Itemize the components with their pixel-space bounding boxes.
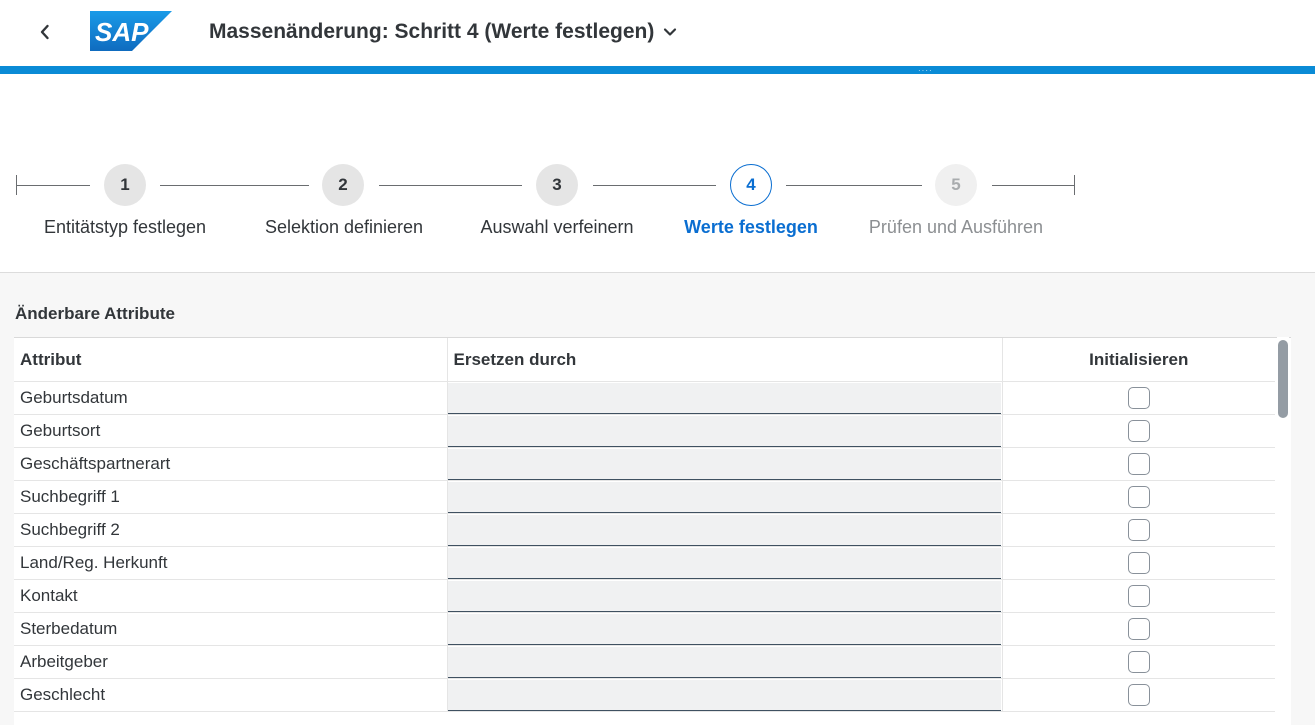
sap-logo: SAP [90, 11, 172, 51]
sap-logo-text: SAP [95, 17, 149, 47]
wizard-step-2[interactable]: 2 [322, 164, 364, 206]
initialize-checkbox[interactable] [1127, 453, 1150, 475]
wizard-step-2-label[interactable]: Selektion definieren [265, 217, 423, 238]
replace-value-cell [446, 513, 1003, 547]
page-title: Massenänderung: Schritt 4 (Werte festleg… [209, 20, 655, 43]
initialize-checkbox[interactable] [1127, 420, 1150, 442]
initialize-checkbox[interactable] [1127, 618, 1150, 640]
wizard-step-3[interactable]: 3 [536, 164, 578, 206]
table-row: Geburtsort [14, 414, 1275, 448]
table-row: Land/Reg. Herkunft [14, 546, 1275, 580]
replace-value-input[interactable] [447, 646, 1001, 678]
initialize-cell [1002, 678, 1275, 712]
attributes-table: Attribut Ersetzen durch Initialisieren G… [14, 337, 1291, 726]
replace-value-input[interactable] [447, 448, 1001, 480]
scrollbar-thumb[interactable] [1278, 340, 1288, 418]
attribute-name: Suchbegriff 1 [14, 480, 447, 514]
app-title-menu[interactable]: Massenänderung: Schritt 4 (Werte festleg… [209, 18, 677, 46]
initialize-checkbox[interactable] [1127, 552, 1150, 574]
table-header-row: Attribut Ersetzen durch Initialisieren [14, 338, 1275, 382]
wizard-end-tick [1074, 175, 1075, 195]
table-row: Arbeitgeber [14, 645, 1275, 679]
attribute-name: Suchbegriff 2 [14, 513, 447, 547]
wizard-connector [160, 185, 309, 186]
replace-value-cell [446, 480, 1003, 514]
wizard-step-1[interactable]: 1 [104, 164, 146, 206]
initialize-checkbox[interactable] [1127, 387, 1150, 409]
replace-value-input[interactable] [447, 481, 1001, 513]
replace-value-cell [446, 612, 1003, 646]
wizard-step-1-label[interactable]: Entitätstyp festlegen [44, 217, 206, 238]
replace-value-input[interactable] [447, 679, 1001, 711]
replace-value-cell [446, 381, 1003, 415]
table-row: Suchbegriff 2 [14, 513, 1275, 547]
attribute-name: Geschäftspartnerart [14, 447, 447, 481]
initialize-cell [1002, 414, 1275, 448]
wizard-connector [17, 185, 90, 186]
table-row: Sterbedatum [14, 612, 1275, 646]
initialize-checkbox[interactable] [1127, 519, 1150, 541]
attribute-name: Geschlecht [14, 678, 447, 712]
section-title: Änderbare Attribute [15, 304, 175, 323]
replace-value-input[interactable] [447, 547, 1001, 579]
wizard-step-5: 5 [935, 164, 977, 206]
initialize-cell [1002, 645, 1275, 679]
initialize-checkbox[interactable] [1127, 684, 1150, 706]
replace-value-input[interactable] [447, 415, 1001, 447]
initialize-cell [1002, 579, 1275, 613]
initialize-checkbox[interactable] [1127, 585, 1150, 607]
initialize-checkbox[interactable] [1127, 651, 1150, 673]
wizard-step-5-label: Prüfen und Ausführen [868, 217, 1044, 237]
replace-value-input[interactable] [447, 514, 1001, 546]
replace-value-input[interactable] [447, 580, 1001, 612]
initialize-cell [1002, 381, 1275, 415]
initialize-checkbox[interactable] [1127, 486, 1150, 508]
table-row: Geburtsdatum [14, 381, 1275, 415]
attribute-name: Kontakt [14, 579, 447, 613]
wizard-step-4-label[interactable]: Werte festlegen [684, 217, 818, 238]
table-row: Geschäftspartnerart [14, 447, 1275, 481]
replace-value-input[interactable] [447, 613, 1001, 645]
replace-value-cell [446, 546, 1003, 580]
wizard-connector [992, 185, 1074, 186]
initialize-cell [1002, 480, 1275, 514]
initialize-cell [1002, 546, 1275, 580]
replace-value-cell [446, 579, 1003, 613]
header-accent-bar [0, 66, 1315, 74]
table-row: Kontakt [14, 579, 1275, 613]
wizard-progress: 1 2 3 4 5 Entitätstyp festlegen Selektio… [0, 74, 1315, 272]
wizard-connector [593, 185, 716, 186]
column-header-ersetzen-durch: Ersetzen durch [446, 338, 1003, 382]
replace-value-cell [446, 414, 1003, 448]
replace-value-cell [446, 678, 1003, 712]
attribute-name: Land/Reg. Herkunft [14, 546, 447, 580]
attribute-name: Geburtsort [14, 414, 447, 448]
shell-header: SAP Massenänderung: Schritt 4 (Werte fes… [0, 0, 1315, 66]
initialize-cell [1002, 612, 1275, 646]
attribute-name: Geburtsdatum [14, 381, 447, 415]
back-button[interactable] [30, 18, 60, 46]
initialize-cell [1002, 513, 1275, 547]
table-scrollbar[interactable] [1277, 337, 1289, 724]
wizard-connector [786, 185, 922, 186]
wizard-connector [379, 185, 522, 186]
wizard-step-4[interactable]: 4 [730, 164, 772, 206]
replace-value-cell [446, 645, 1003, 679]
replace-value-cell [446, 447, 1003, 481]
table-row: Suchbegriff 1 [14, 480, 1275, 514]
column-header-initialisieren: Initialisieren [1002, 338, 1275, 382]
attribute-name: Sterbedatum [14, 612, 447, 646]
wizard-step-3-label[interactable]: Auswahl verfeinern [480, 217, 633, 238]
attribute-name: Arbeitgeber [14, 645, 447, 679]
chevron-left-icon [40, 24, 49, 40]
chevron-down-icon [663, 27, 677, 37]
table-row: Geschlecht [14, 678, 1275, 712]
content-area: Änderbare Attribute Attribut Ersetzen du… [0, 272, 1315, 726]
initialize-cell [1002, 447, 1275, 481]
column-header-attribut: Attribut [14, 338, 447, 382]
replace-value-input[interactable] [447, 382, 1001, 414]
